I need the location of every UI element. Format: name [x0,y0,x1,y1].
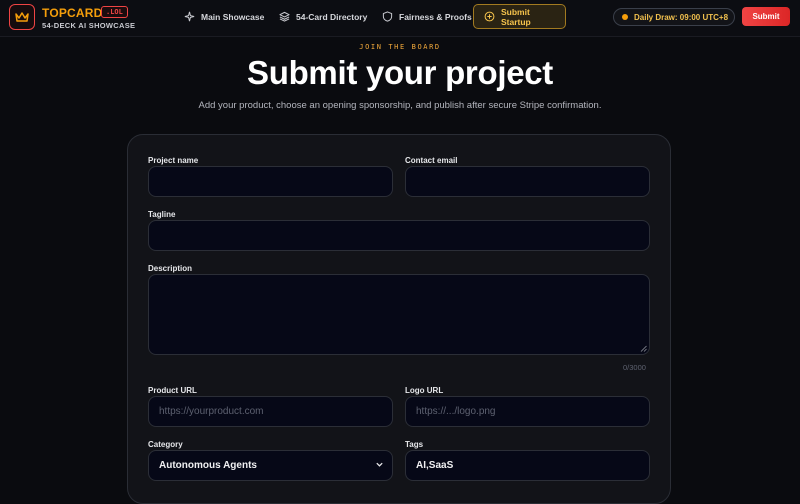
top-nav: TOPCARD .LOL 54-DECK AI SHOWCASE Main Sh… [0,0,800,37]
description-label: Description [148,264,193,273]
tagline-label: Tagline [148,210,176,219]
project-name-input[interactable] [148,166,393,197]
daily-draw-pill: Daily Draw: 09:00 UTC+8 [613,8,735,26]
status-dot [622,14,628,20]
layers-icon [279,11,290,22]
sparkle-icon [184,11,195,22]
nav-item-label: 54-Card Directory [296,11,368,22]
brand-name[interactable]: TOPCARD [42,6,103,20]
submit-form-card: Project name Contact email Tagline Descr… [127,134,671,504]
nav-fairness-proofs[interactable]: Fairness & Proofs [382,4,472,29]
tags-value: AI,SaaS [416,460,454,471]
resize-handle-icon[interactable] [640,345,647,352]
nav-item-label: Main Showcase [201,11,265,22]
plus-circle-icon [484,11,495,22]
page-subtitle: Add your product, choose an opening spon… [198,100,602,111]
description-textarea[interactable] [148,274,650,355]
product-url-label: Product URL [148,386,197,395]
logo-url-placeholder: https://.../logo.png [416,406,496,417]
project-name-label: Project name [148,156,199,165]
category-select[interactable]: Autonomous Agents [148,450,393,481]
logo[interactable] [9,4,35,30]
description-char-counter: 0/3000 [623,363,646,372]
nav-item-label: Fairness & Proofs [399,11,472,22]
shield-icon [382,11,393,22]
crown-icon [15,12,29,22]
nav-item-label: Submit Startup [501,6,531,27]
brand-tagline: 54-DECK AI SHOWCASE [42,21,136,30]
product-url-input[interactable]: https://yourproduct.com [148,396,393,427]
category-label: Category [148,440,183,449]
product-url-placeholder: https://yourproduct.com [159,406,264,417]
contact-email-label: Contact email [405,156,458,165]
tags-input[interactable]: AI,SaaS [405,450,650,481]
nav-main-showcase[interactable]: Main Showcase [184,4,264,29]
brand-tld-badge: .LOL [101,6,128,18]
daily-draw-text: Daily Draw: 09:00 UTC+8 [634,12,729,22]
submit-button[interactable]: Submit [742,7,790,26]
category-selected-value: Autonomous Agents [159,460,257,471]
tagline-input[interactable] [148,220,650,251]
nav-card-directory[interactable]: 54-Card Directory [279,4,367,29]
nav-submit-startup[interactable]: Submit Startup [473,4,566,29]
tags-label: Tags [405,440,424,449]
logo-url-input[interactable]: https://.../logo.png [405,396,650,427]
contact-email-input[interactable] [405,166,650,197]
hero-eyebrow: JOIN THE BOARD [359,43,441,51]
page-title: Submit your project [247,54,553,91]
logo-url-label: Logo URL [405,386,444,395]
chevron-down-icon [376,462,383,467]
